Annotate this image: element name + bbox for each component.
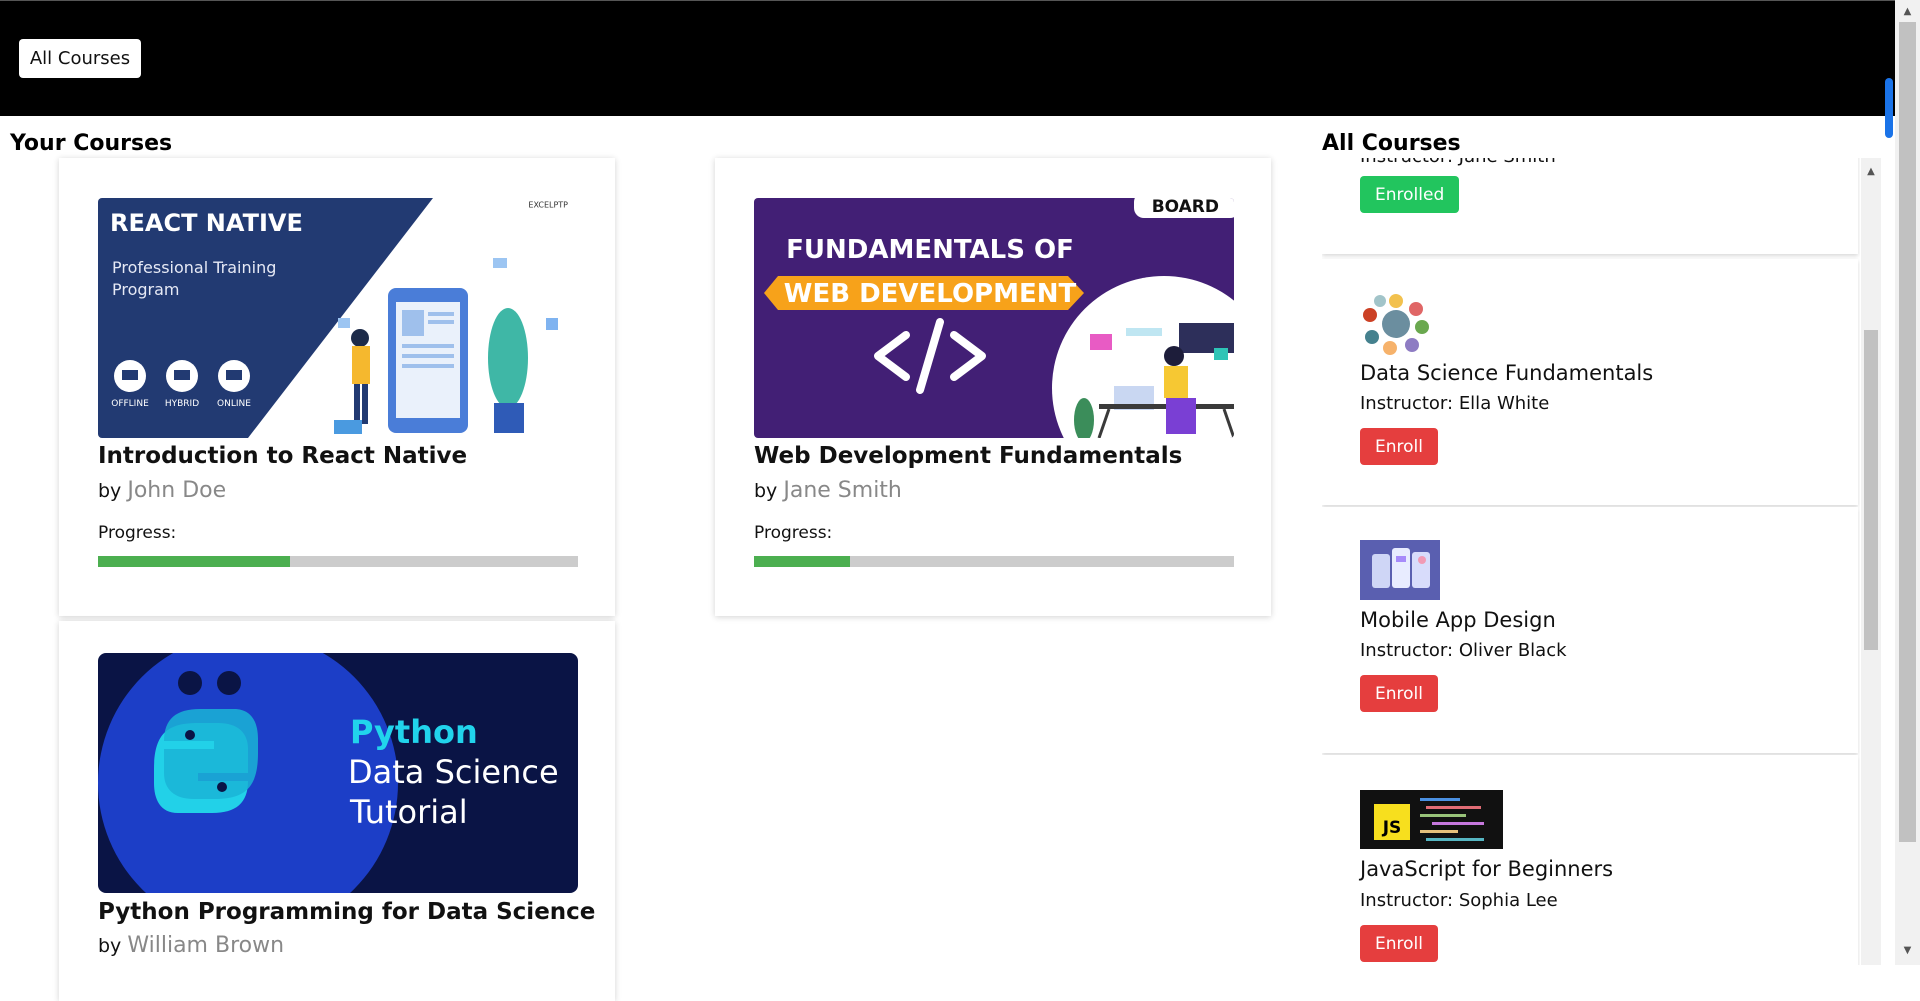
instructor-name: Jane Smith [783,478,902,503]
page-indicator [1885,78,1893,138]
svg-text:Python: Python [350,713,478,751]
course-instructor: Instructor: Sophia Lee [1360,890,1558,911]
svg-text:JS: JS [1382,818,1402,838]
course-thumbnail [1360,540,1440,604]
instructor-name: John Doe [127,478,227,503]
svg-text:OFFLINE: OFFLINE [111,399,149,409]
react-native-banner-heading: REACT NATIVE [110,209,303,237]
all-courses-panel[interactable]: Instructor: Jane Smith Enrolled Data Sci… [1322,158,1860,965]
course-card-python[interactable]: Python Data Science Tutorial Python Prog… [59,621,615,1001]
enrolled-button[interactable]: Enrolled [1360,176,1460,213]
progress-label: Progress: [98,523,177,543]
all-course-item: Instructor: Jane Smith Enrolled [1322,158,1858,254]
react-native-banner: REACT NATIVE Professional Training Progr… [98,198,578,438]
svg-text:BOARD: BOARD [1152,198,1219,217]
all-course-item: Mobile App Design Instructor: Oliver Bla… [1322,507,1858,753]
course-instructor: Instructor: Oliver Black [1360,640,1567,661]
all-course-item: Data Science Fundamentals Instructor: El… [1322,259,1858,505]
course-instructor: by William Brown [98,933,285,958]
svg-text:Tutorial: Tutorial [349,793,468,831]
course-title[interactable]: Data Science Fundamentals [1360,361,1653,385]
svg-text:WEB DEVELOPMENT: WEB DEVELOPMENT [784,279,1077,309]
course-title[interactable]: Introduction to React Native [98,443,467,469]
page-scrollbar[interactable]: ▲ ▼ [1895,0,1920,965]
scroll-up-arrow-icon[interactable]: ▲ [1861,166,1881,177]
svg-text:FUNDAMENTALS OF: FUNDAMENTALS OF [786,235,1074,265]
svg-text:Professional Training: Professional Training [112,258,276,277]
progress-label: Progress: [754,523,833,543]
scroll-down-arrow-icon[interactable]: ▼ [1895,945,1920,956]
course-instructor: by John Doe [98,478,227,503]
scrollbar-thumb[interactable] [1864,330,1878,650]
enroll-button[interactable]: Enroll [1360,675,1438,712]
scrollbar-thumb[interactable] [1899,22,1916,842]
progress-bar-fill [754,556,850,567]
top-navbar: All Courses [0,0,1920,116]
progress-bar [754,556,1234,567]
progress-bar-fill [98,556,290,567]
course-instructor-partial: Instructor: Jane Smith [1360,158,1556,167]
course-title[interactable]: Mobile App Design [1360,608,1556,632]
svg-text:Program: Program [112,280,180,299]
svg-text:EXCELPTP: EXCELPTP [528,201,568,210]
all-courses-nav-button[interactable]: All Courses [19,39,141,78]
course-card-react-native[interactable]: REACT NATIVE Professional Training Progr… [59,158,615,616]
course-thumbnail: JS [1360,790,1503,853]
web-development-banner: BOARD FUNDAMENTALS OF WEB DEVELOPMENT [754,198,1234,438]
progress-bar [98,556,578,567]
course-instructor: Instructor: Ella White [1360,393,1550,414]
course-title[interactable]: Web Development Fundamentals [754,443,1182,469]
enroll-button[interactable]: Enroll [1360,428,1438,465]
scroll-up-arrow-icon[interactable]: ▲ [1895,6,1920,17]
all-courses-scrollbar[interactable]: ▲ [1861,158,1881,965]
course-title[interactable]: Python Programming for Data Science [98,899,595,925]
svg-text:ONLINE: ONLINE [217,399,251,409]
svg-text:HYBRID: HYBRID [165,399,199,409]
all-courses-heading: All Courses [1322,131,1461,156]
enroll-button[interactable]: Enroll [1360,925,1438,962]
instructor-name: William Brown [127,933,285,958]
all-course-item: JS JavaScript for Beginners Instructor: … [1322,755,1858,965]
course-title[interactable]: JavaScript for Beginners [1360,857,1613,881]
course-instructor: by Jane Smith [754,478,902,503]
your-courses-heading: Your Courses [10,131,173,156]
course-thumbnail [1360,293,1432,359]
svg-text:Data Science: Data Science [348,753,559,791]
course-card-web-development[interactable]: BOARD FUNDAMENTALS OF WEB DEVELOPMENT We… [715,158,1271,616]
python-banner: Python Data Science Tutorial [98,653,578,893]
